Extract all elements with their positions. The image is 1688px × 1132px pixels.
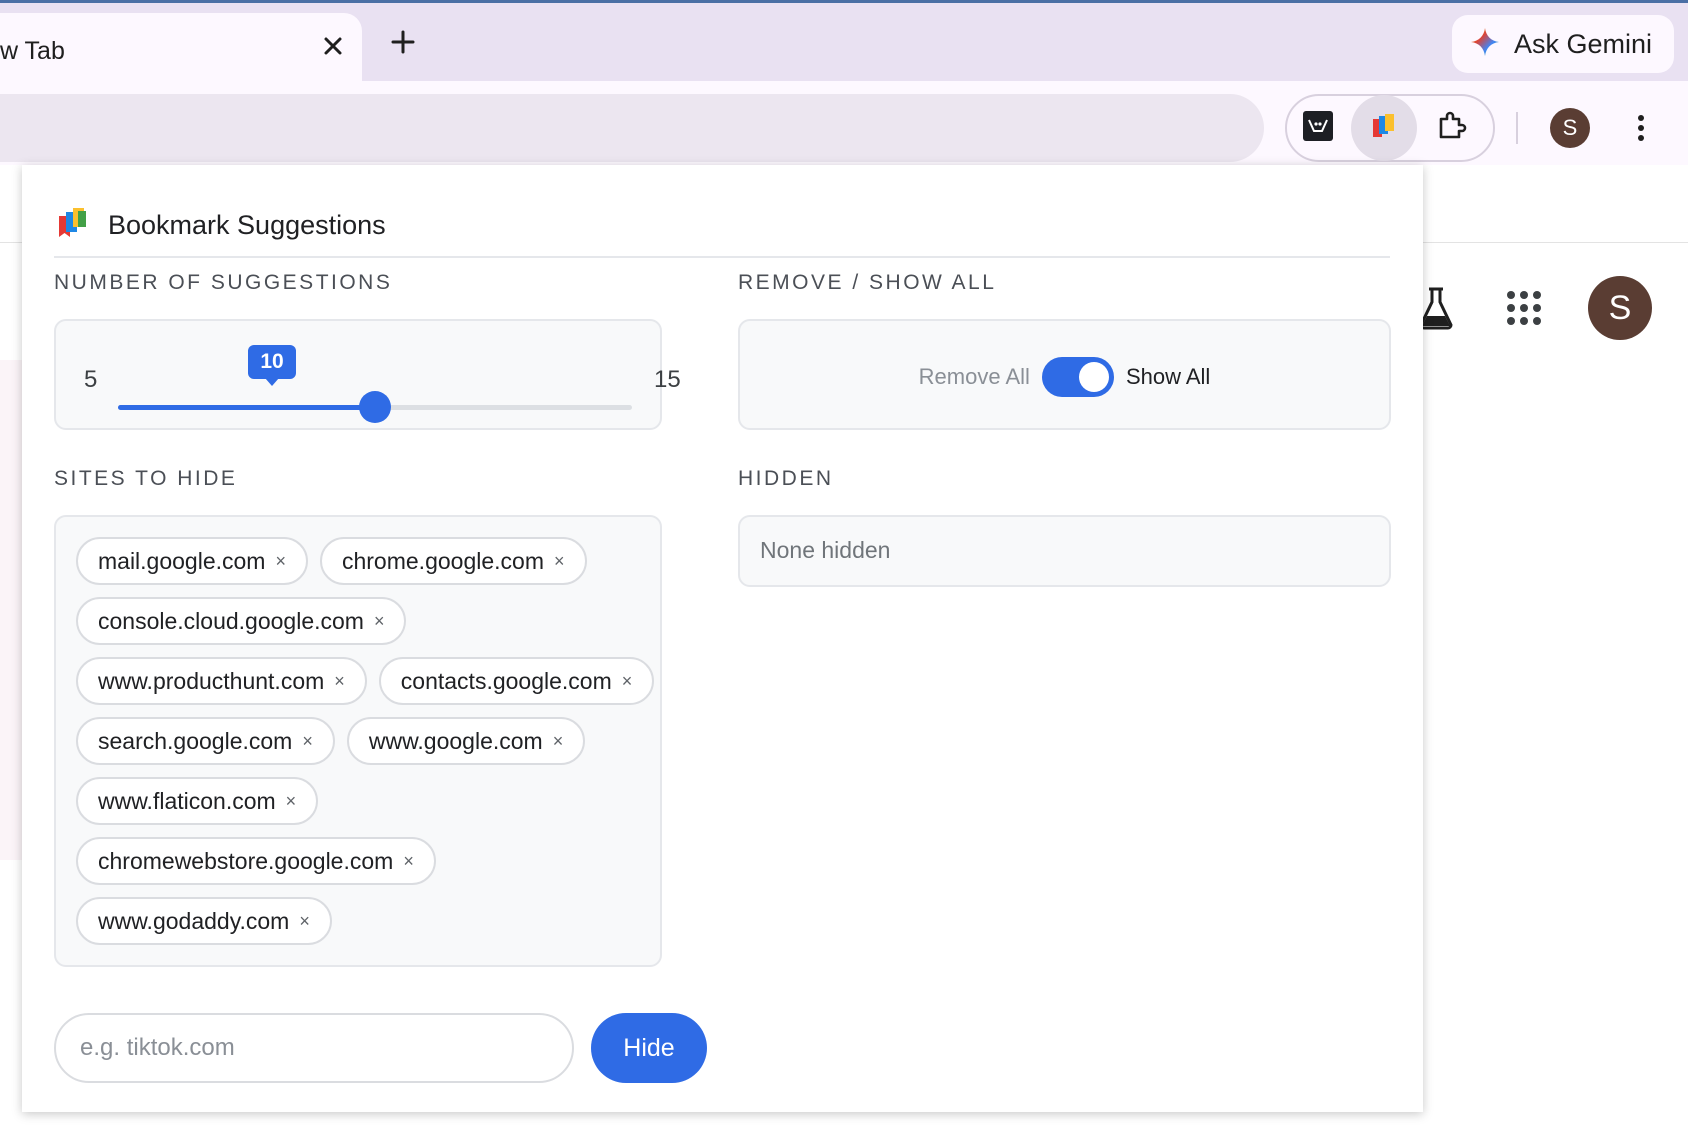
remove-show-all-label: REMOVE / SHOW ALL bbox=[738, 271, 997, 294]
site-chip: www.flaticon.com × bbox=[76, 777, 319, 825]
site-chip: www.producthunt.com × bbox=[76, 657, 367, 705]
profile-avatar[interactable]: S bbox=[1550, 108, 1590, 148]
remove-show-toggle-row: Remove All Show All bbox=[740, 357, 1389, 397]
site-chip: console.cloud.google.com × bbox=[76, 597, 407, 645]
puzzle-icon bbox=[1436, 110, 1468, 147]
popup-header: Bookmark Suggestions bbox=[56, 195, 1392, 255]
slider-value-bubble: 10 bbox=[248, 345, 296, 386]
tab-title: w Tab bbox=[0, 37, 65, 65]
account-avatar[interactable]: S bbox=[1588, 276, 1652, 340]
tab-new-tab[interactable]: w Tab bbox=[0, 13, 362, 85]
more-menu-icon[interactable] bbox=[1626, 108, 1656, 148]
sites-to-hide-label: SITES TO HIDE bbox=[54, 467, 238, 490]
toggle-knob bbox=[1078, 362, 1109, 392]
plus-icon[interactable] bbox=[386, 25, 420, 59]
remove-show-card: Remove All Show All bbox=[738, 319, 1391, 430]
site-chip-label: chromewebstore.google.com bbox=[98, 847, 394, 874]
close-icon[interactable] bbox=[318, 31, 348, 61]
bookmark-logo-icon bbox=[56, 206, 90, 245]
remove-site-icon[interactable]: × bbox=[286, 791, 297, 812]
none-hidden-text: None hidden bbox=[760, 537, 891, 563]
tab-strip: w Tab Ask Gemini bbox=[0, 3, 1688, 85]
google-apps-icon[interactable] bbox=[1506, 290, 1542, 326]
remove-all-label: Remove All bbox=[918, 364, 1030, 389]
remove-site-icon[interactable]: × bbox=[554, 551, 565, 572]
hidden-label: HIDDEN bbox=[738, 467, 834, 490]
slider-min-label: 5 bbox=[84, 366, 98, 393]
page-background-fragment bbox=[0, 360, 22, 860]
remove-site-icon[interactable]: × bbox=[553, 731, 564, 752]
site-chip: www.google.com × bbox=[346, 717, 586, 765]
site-chip-label: www.producthunt.com bbox=[98, 667, 325, 694]
site-chip: contacts.google.com × bbox=[378, 657, 655, 705]
dark-extension-icon bbox=[1303, 110, 1333, 146]
site-chip-label: mail.google.com bbox=[98, 547, 266, 574]
gemini-sparkle-icon bbox=[1470, 27, 1500, 62]
remove-site-icon[interactable]: × bbox=[622, 671, 633, 692]
site-chip: search.google.com × bbox=[76, 717, 335, 765]
remove-site-icon[interactable]: × bbox=[302, 731, 313, 752]
site-chip: www.godaddy.com × bbox=[76, 897, 332, 945]
slider-thumb[interactable] bbox=[359, 391, 391, 423]
extensions-puzzle-button[interactable] bbox=[1419, 95, 1485, 161]
sites-to-hide-card: mail.google.com × chrome.google.com × consol… bbox=[54, 515, 662, 967]
site-chip: chromewebstore.google.com × bbox=[76, 837, 436, 885]
hidden-card: None hidden bbox=[738, 515, 1391, 587]
site-chip-list: mail.google.com × chrome.google.com × consol… bbox=[76, 537, 656, 945]
site-chip-label: console.cloud.google.com bbox=[98, 607, 364, 634]
extensions-group bbox=[1285, 94, 1495, 162]
hide-button[interactable]: Hide bbox=[591, 1013, 707, 1083]
address-bar[interactable] bbox=[0, 94, 1264, 162]
remove-site-icon[interactable]: × bbox=[374, 611, 385, 632]
site-chip-label: search.google.com bbox=[98, 727, 293, 754]
remove-site-icon[interactable]: × bbox=[334, 671, 345, 692]
ask-gemini-button[interactable]: Ask Gemini bbox=[1452, 15, 1674, 73]
toolbar-separator bbox=[1516, 112, 1518, 144]
labs-flask-icon[interactable] bbox=[1418, 286, 1454, 330]
ask-gemini-label: Ask Gemini bbox=[1514, 28, 1653, 59]
popup-divider bbox=[54, 256, 1390, 258]
suggestions-slider-card: 5 15 10 bbox=[54, 319, 681, 430]
show-all-label: Show All bbox=[1125, 364, 1211, 389]
site-chip-label: www.flaticon.com bbox=[98, 787, 276, 814]
number-of-suggestions-label: NUMBER OF SUGGESTIONS bbox=[54, 271, 393, 294]
site-chip-label: contacts.google.com bbox=[400, 667, 612, 694]
site-chip: mail.google.com × bbox=[76, 537, 308, 585]
bookmark-extension-icon bbox=[1369, 111, 1399, 146]
bookmark-suggestions-popup: Bookmark Suggestions NUMBER OF SUGGESTIO… bbox=[22, 165, 1423, 1112]
popup-title: Bookmark Suggestions bbox=[108, 209, 386, 240]
slider-fill bbox=[118, 405, 375, 410]
slider-max-label: 15 bbox=[654, 366, 681, 393]
extension-button-dark[interactable] bbox=[1285, 95, 1351, 161]
site-chip-label: chrome.google.com bbox=[341, 547, 544, 574]
site-to-hide-input[interactable] bbox=[54, 1013, 574, 1083]
site-chip-label: www.godaddy.com bbox=[98, 907, 290, 934]
remove-site-icon[interactable]: × bbox=[403, 851, 414, 872]
remove-site-icon[interactable]: × bbox=[299, 911, 310, 932]
site-chip-label: www.google.com bbox=[368, 727, 543, 754]
show-all-toggle[interactable] bbox=[1041, 357, 1114, 397]
suggestions-slider[interactable]: 10 bbox=[118, 345, 632, 423]
bookmark-suggestions-extension-button[interactable] bbox=[1351, 95, 1417, 161]
site-chip: chrome.google.com × bbox=[319, 537, 587, 585]
remove-site-icon[interactable]: × bbox=[275, 551, 286, 572]
